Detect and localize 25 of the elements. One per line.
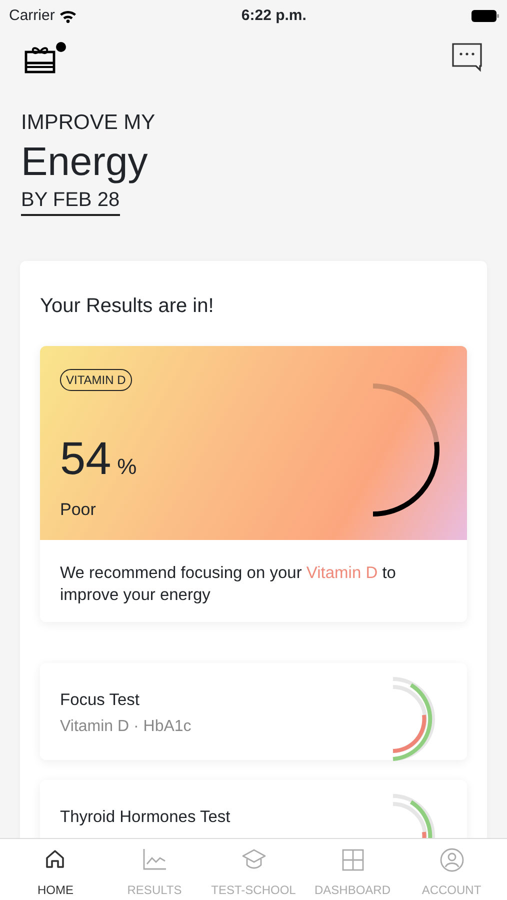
result-card[interactable]: VITAMIN D 54% Poor We recommend focusing on your Vitamin D to improve your energy <box>40 346 467 622</box>
chat-icon <box>451 42 483 72</box>
vitamin-tag: VITAMIN D <box>60 369 132 391</box>
score-rating: Poor <box>60 499 96 521</box>
goal-deadline[interactable]: BY FEB 28 <box>21 188 120 216</box>
gift-icon <box>24 42 67 74</box>
gift-button[interactable] <box>24 42 67 74</box>
goal-kicker: IMPROVE MY <box>21 110 156 136</box>
chat-button[interactable] <box>451 42 483 72</box>
score-value: 54% <box>60 434 138 486</box>
test-card[interactable]: Thyroid Hormones Test <box>40 780 467 838</box>
test-title: Focus Test <box>60 690 140 711</box>
test-title: Thyroid Hormones Test <box>60 807 230 828</box>
grid-icon <box>340 847 366 873</box>
goal-title: Energy <box>21 139 149 186</box>
account-icon <box>438 847 464 873</box>
test-subtitle: Vitamin D · HbA1c <box>60 717 192 737</box>
results-title: Your Results are in! <box>40 294 215 319</box>
wifi-icon <box>58 9 77 23</box>
status-time: 6:22 p.m. <box>241 6 306 26</box>
carrier-name: Carrier <box>9 6 55 26</box>
test-card[interactable]: Focus Test Vitamin D · HbA1c <box>40 663 467 760</box>
recommendation-text: We recommend focusing on your Vitamin D to improve your energy <box>59 563 397 606</box>
tab-item[interactable]: HOME <box>6 839 105 900</box>
battery-icon <box>471 9 499 23</box>
